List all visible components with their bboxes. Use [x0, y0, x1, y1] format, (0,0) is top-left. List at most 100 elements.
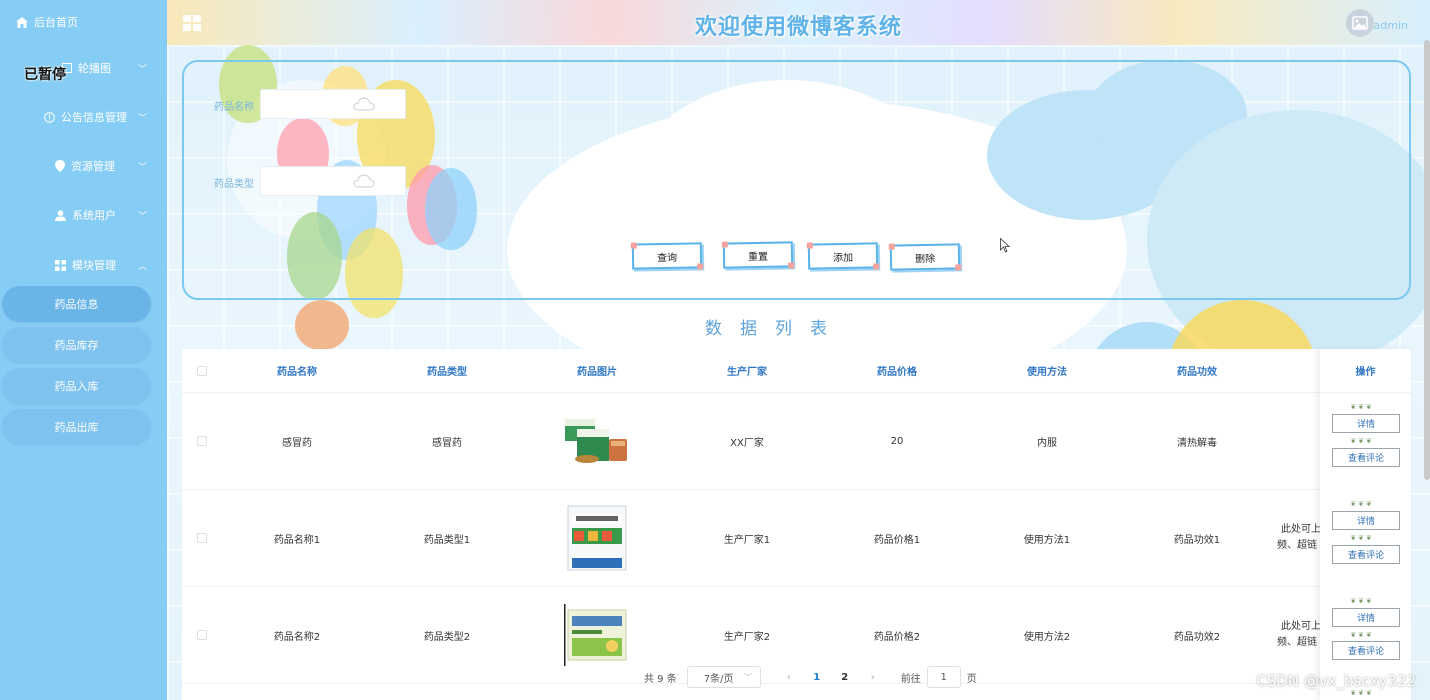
query-button[interactable]: 查询 — [631, 242, 703, 270]
detail-button[interactable]: 详情 — [1332, 414, 1400, 433]
table-row[interactable]: 感冒药 感冒药 XX厂家 20 内服 清热解毒 — [182, 393, 1411, 490]
sidebar-item-modules[interactable]: 模块管理 ︿ — [0, 257, 167, 277]
chevron-down-icon: ﹀ — [137, 163, 147, 173]
cell-price: 药品价格1 — [873, 534, 921, 546]
row-checkbox[interactable] — [197, 533, 207, 543]
page-title: 欢迎使用微博客系统 — [694, 15, 902, 40]
drug-image — [563, 505, 631, 571]
cell-effect: 清热解毒 — [1177, 437, 1217, 449]
page-number[interactable]: 2 — [831, 672, 859, 683]
prev-page-icon[interactable]: ‹ — [775, 672, 803, 683]
cell-detail-truncated: 此处可上 频、超链 — [1277, 522, 1320, 554]
sidebar-item-system-users[interactable]: 系统用户 ﹀ — [0, 207, 167, 227]
column-header[interactable]: 使用方法 — [972, 349, 1122, 392]
table-header-row: 药品名称 药品类型 药品图片 生产厂家 药品价格 使用方法 药品功效 — [182, 349, 1411, 393]
page-size-select[interactable]: 7条/页 ﹀ — [686, 666, 761, 688]
cell-usage: 使用方法1 — [1023, 534, 1071, 546]
search-panel: 药品名称 药品类型 查询 重置 添加 删除 — [182, 60, 1411, 300]
next-page-icon[interactable]: › — [859, 672, 887, 683]
cell-drug-type: 药品类型1 — [423, 534, 471, 546]
goto-page-input[interactable]: 1 — [926, 666, 961, 688]
top-header: 欢迎使用微博客系统 admin — [167, 0, 1430, 45]
paused-overlay: 已暂停 — [24, 67, 66, 83]
cell-detail-line: 频、超链 — [1277, 637, 1317, 648]
data-table: 药品名称 药品类型 药品图片 生产厂家 药品价格 使用方法 药品功效 感冒药 感… — [182, 349, 1411, 700]
page-scrollbar[interactable] — [1424, 40, 1430, 480]
data-list-title: 数据列表 — [705, 319, 845, 339]
drug-name-input[interactable] — [260, 89, 406, 119]
detail-button[interactable]: 详情 — [1332, 608, 1400, 627]
row-checkbox[interactable] — [197, 436, 207, 446]
cell-detail-line: 频、超链 — [1277, 540, 1317, 551]
submenu-drug-outbound[interactable]: 药品出库 — [2, 409, 151, 445]
avatar[interactable] — [1346, 9, 1374, 37]
drug-name-label: 药品名称 — [214, 102, 254, 113]
sidebar-item-announcements[interactable]: 公告信息管理 ﹀ — [0, 109, 167, 129]
cell-drug-type: 药品类型2 — [423, 631, 471, 643]
column-header[interactable]: 药品名称 — [222, 349, 372, 392]
cell-detail-truncated: 此处可上 频、超链 — [1277, 619, 1320, 651]
cell-price: 20 — [890, 435, 904, 447]
cell-drug-image — [522, 490, 672, 586]
sidebar-item-label: 后台首页 — [34, 16, 78, 29]
submenu-drug-inbound[interactable]: 药品入库 — [2, 368, 151, 404]
vine-decoration-icon: ❦❦❦ — [1350, 403, 1374, 411]
drug-image — [563, 410, 631, 472]
column-header[interactable]: 药品类型 — [372, 349, 522, 392]
pagination: 共 9 条 7条/页 ﹀ ‹ 1 2 › 前往 1 页 — [644, 666, 977, 688]
goto-label: 前往 — [900, 673, 921, 685]
view-comments-button[interactable]: 查看评论 — [1332, 545, 1400, 564]
column-header[interactable]: 药品功效 — [1122, 349, 1272, 392]
vine-decoration-icon: ❦❦❦ — [1350, 597, 1374, 605]
view-comments-button[interactable]: 查看评论 — [1332, 641, 1400, 660]
home-icon — [16, 16, 28, 28]
column-header[interactable]: 药品价格 — [822, 349, 972, 392]
drug-type-label: 药品类型 — [214, 179, 254, 190]
sidebar-item-home[interactable]: 后台首页 — [16, 14, 78, 30]
column-header[interactable]: 药品图片 — [522, 349, 672, 392]
reset-button[interactable]: 重置 — [722, 241, 794, 269]
sidebar-item-resources[interactable]: 资源管理 ﹀ — [0, 158, 167, 178]
cell-usage: 内服 — [1037, 437, 1057, 449]
watermark: CSDN @vx_bscxy322 — [1256, 672, 1416, 690]
chevron-up-icon: ︿ — [137, 262, 147, 272]
page-number[interactable]: 1 — [803, 672, 831, 683]
location-pin-icon — [55, 160, 65, 172]
view-comments-button[interactable]: 查看评论 — [1332, 448, 1400, 467]
column-header[interactable]: 生产厂家 — [672, 349, 822, 392]
page-suffix: 页 — [966, 673, 977, 685]
row-checkbox[interactable] — [197, 630, 207, 640]
cell-detail-line: 此处可上 — [1281, 524, 1320, 535]
table-row[interactable]: 药品名称1 药品类型1 生产厂家1 药品价格1 使用方法1 药品功效1 此处可上… — [182, 490, 1411, 587]
select-all-checkbox[interactable] — [197, 365, 207, 376]
pagination-total: 共 9 条 — [644, 673, 677, 685]
cell-drug-type: 感冒药 — [432, 437, 462, 449]
cloud-icon — [353, 97, 375, 111]
detail-button[interactable]: 详情 — [1332, 511, 1400, 530]
image-icon — [1352, 16, 1368, 30]
sidebar: 后台首页 轮播图 ﹀ 已暂停 公告信息管理 ﹀ 资源管理 ﹀ 系统用户 ﹀ 模块… — [0, 0, 167, 700]
cell-drug-name: 感冒药 — [282, 437, 312, 449]
cell-detail-line: 此处可上 — [1281, 621, 1320, 632]
chevron-down-icon: ﹀ — [137, 212, 147, 222]
mouse-cursor-icon — [1000, 237, 1011, 256]
info-icon — [44, 111, 55, 123]
vine-decoration-icon: ❦❦❦ — [1350, 437, 1374, 445]
sidebar-item-label: 资源管理 — [71, 160, 115, 173]
cell-effect: 药品功效2 — [1173, 631, 1221, 643]
vine-decoration-icon: ❦❦❦ — [1350, 689, 1374, 697]
drug-type-input[interactable] — [260, 166, 406, 196]
cell-drug-name: 药品名称1 — [273, 534, 321, 546]
user-icon — [55, 209, 66, 221]
delete-button[interactable]: 删除 — [889, 243, 961, 271]
add-button[interactable]: 添加 — [807, 242, 879, 270]
cloud-icon — [353, 174, 375, 188]
sidebar-item-label: 系统用户 — [72, 209, 116, 222]
chevron-down-icon: ﹀ — [137, 65, 147, 75]
username[interactable]: admin — [1374, 19, 1408, 32]
sidebar-item-label: 模块管理 — [72, 259, 116, 272]
operations-column: 操作 ❦❦❦ 详情 ❦❦❦ 查看评论 ❦❦❦ 详情 ❦❦❦ 查看评论 ❦❦❦ 详… — [1320, 349, 1411, 700]
chevron-down-icon: ﹀ — [137, 114, 147, 124]
vine-decoration-icon: ❦❦❦ — [1350, 500, 1374, 508]
cell-drug-image — [522, 393, 672, 489]
